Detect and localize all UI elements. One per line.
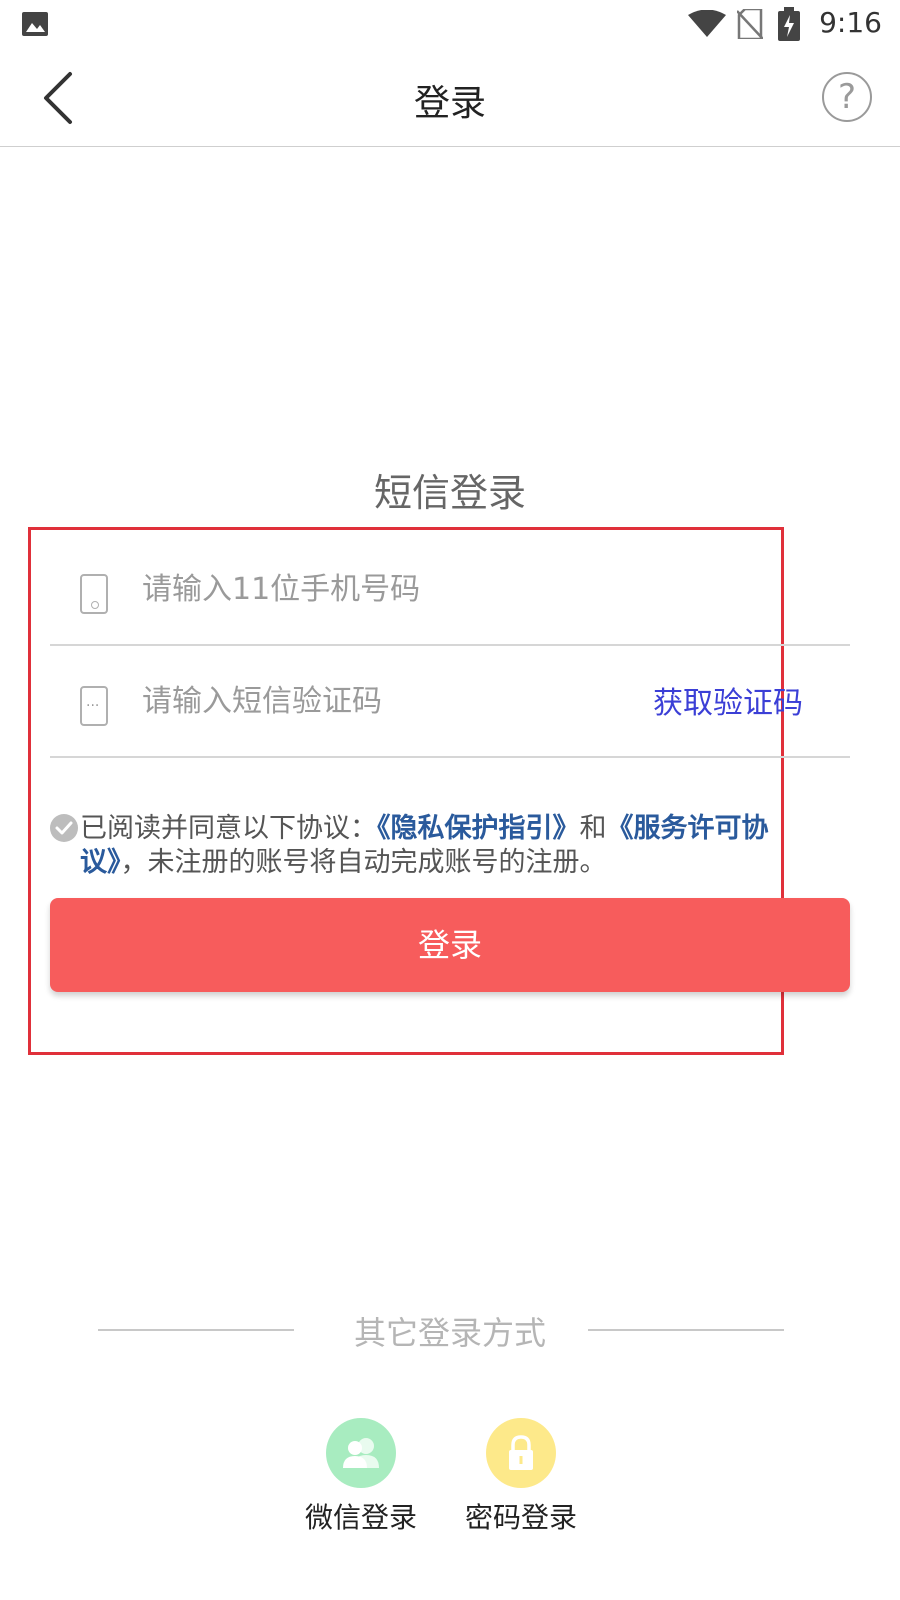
phone-input[interactable] [140, 556, 704, 622]
sms-code-field: ··· 获取验证码 [50, 646, 850, 758]
help-icon: ? [837, 77, 857, 117]
app-header: 登录 ? [0, 50, 900, 147]
lock-icon [509, 1435, 533, 1470]
agreement-checkbox[interactable] [50, 814, 78, 842]
check-icon [55, 821, 73, 835]
phone-icon [80, 574, 108, 614]
help-button[interactable]: ? [822, 72, 872, 122]
agreement-conjunction: 和 [579, 813, 607, 844]
privacy-policy-link[interactable]: 《隐私保护指引》 [377, 813, 580, 844]
no-sim-icon [737, 9, 763, 39]
page-title: 登录 [413, 83, 486, 124]
wifi-icon [688, 10, 726, 37]
message-dots-icon: ··· [80, 686, 108, 726]
password-login-label[interactable]: 密码登录 [451, 1496, 591, 1536]
sms-code-input[interactable] [140, 668, 624, 734]
agreement-text: 已阅读并同意以下协议：《隐私保护指引》和《服务许可协议》，未注册的账号将自动完成… [80, 812, 810, 880]
agreement-prefix: 已阅读并同意以下协议： [80, 813, 377, 844]
password-login-button[interactable] [486, 1418, 556, 1488]
other-login-title: 其它登录方式 [353, 1314, 546, 1352]
login-button[interactable]: 登录 [50, 898, 850, 992]
wechat-login-label[interactable]: 微信登录 [291, 1496, 431, 1536]
status-bar: 9:16 [0, 0, 900, 50]
users-icon [343, 1438, 379, 1468]
agreement-suffix: ，未注册的账号将自动完成账号的注册。 [120, 847, 607, 878]
get-code-button[interactable]: 获取验证码 [653, 678, 803, 722]
divider-right [588, 1329, 784, 1331]
status-time: 9:16 [819, 6, 882, 39]
image-icon [22, 12, 48, 36]
battery-charging-icon [778, 7, 800, 41]
sms-login-title: 短信登录 [373, 471, 526, 515]
wechat-login-button[interactable] [326, 1418, 396, 1488]
phone-field [50, 534, 850, 646]
